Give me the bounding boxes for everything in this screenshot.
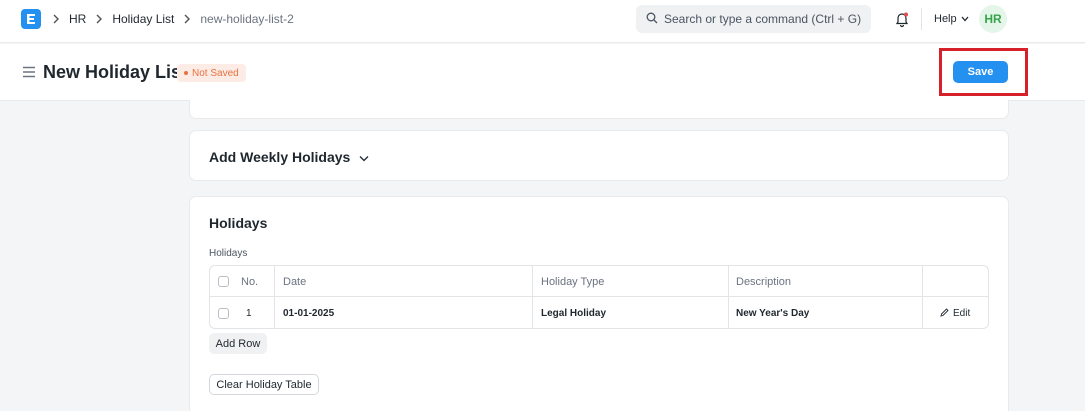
row-description[interactable]: New Year's Day (736, 298, 809, 329)
page-header: New Holiday List Not Saved Save (0, 44, 1085, 101)
status-badge: Not Saved (177, 64, 246, 82)
navbar-divider (921, 8, 922, 30)
row-select-cell (218, 298, 229, 329)
chevron-down-icon (961, 13, 969, 25)
help-label: Help (934, 13, 957, 25)
row-edit-label: Edit (953, 308, 971, 319)
select-all-checkbox[interactable] (218, 276, 229, 287)
breadcrumb-hr[interactable]: HR (69, 12, 86, 26)
select-all-cell (218, 266, 229, 297)
chevron-right-icon (95, 14, 103, 24)
holidays-section: Holidays Holidays No. Date Holiday Type … (189, 196, 1009, 411)
clear-holiday-table-button[interactable]: Clear Holiday Table (209, 374, 319, 395)
table-row[interactable]: 1 01-01-2025 Legal Holiday New Year's Da… (210, 298, 988, 329)
page-title: New Holiday List (43, 62, 188, 82)
column-header-no: No. (241, 275, 259, 288)
holidays-table: No. Date Holiday Type Description 1 01-0… (209, 265, 989, 329)
search-icon (646, 12, 658, 27)
breadcrumb-holiday-list[interactable]: Holiday List (112, 12, 174, 26)
column-header-description: Description (736, 275, 792, 288)
search-input[interactable] (664, 12, 864, 26)
row-holiday-type[interactable]: Legal Holiday (541, 298, 606, 329)
weekly-holidays-section[interactable]: Add Weekly Holidays (189, 130, 1009, 181)
status-badge-label: Not Saved (192, 67, 239, 79)
holidays-table-label: Holidays (209, 248, 248, 259)
chevron-right-icon (183, 14, 191, 24)
table-header-row: No. Date Holiday Type Description (210, 266, 988, 297)
save-button[interactable]: Save (953, 61, 1008, 83)
add-row-button[interactable]: Add Row (209, 333, 267, 354)
column-header-date: Date (283, 275, 307, 288)
row-checkbox[interactable] (218, 308, 229, 319)
menu-icon[interactable] (22, 66, 36, 78)
weekly-holidays-title: Add Weekly Holidays (209, 149, 351, 165)
weekly-holidays-toggle[interactable]: Add Weekly Holidays (209, 149, 369, 165)
notification-bell-icon[interactable] (893, 10, 911, 28)
row-number: 1 (246, 308, 252, 319)
row-edit-button[interactable]: Edit (940, 298, 970, 329)
app-logo-icon[interactable] (21, 9, 41, 29)
chevron-right-icon (52, 14, 60, 24)
help-dropdown[interactable]: Help (934, 13, 969, 25)
column-header-holiday-type: Holiday Type (541, 275, 605, 288)
status-dot-icon (184, 71, 188, 75)
holidays-title: Holidays (209, 215, 268, 231)
breadcrumb: HR Holiday List new-holiday-list-2 (52, 12, 303, 26)
pencil-icon (940, 307, 949, 320)
search-bar[interactable] (636, 5, 871, 33)
details-card (189, 100, 1009, 119)
breadcrumb-current[interactable]: new-holiday-list-2 (200, 12, 293, 26)
avatar[interactable]: HR (979, 5, 1007, 33)
top-navbar: HR Holiday List new-holiday-list-2 Help … (0, 0, 1085, 43)
chevron-down-icon (359, 149, 369, 165)
row-date[interactable]: 01-01-2025 (283, 298, 334, 329)
